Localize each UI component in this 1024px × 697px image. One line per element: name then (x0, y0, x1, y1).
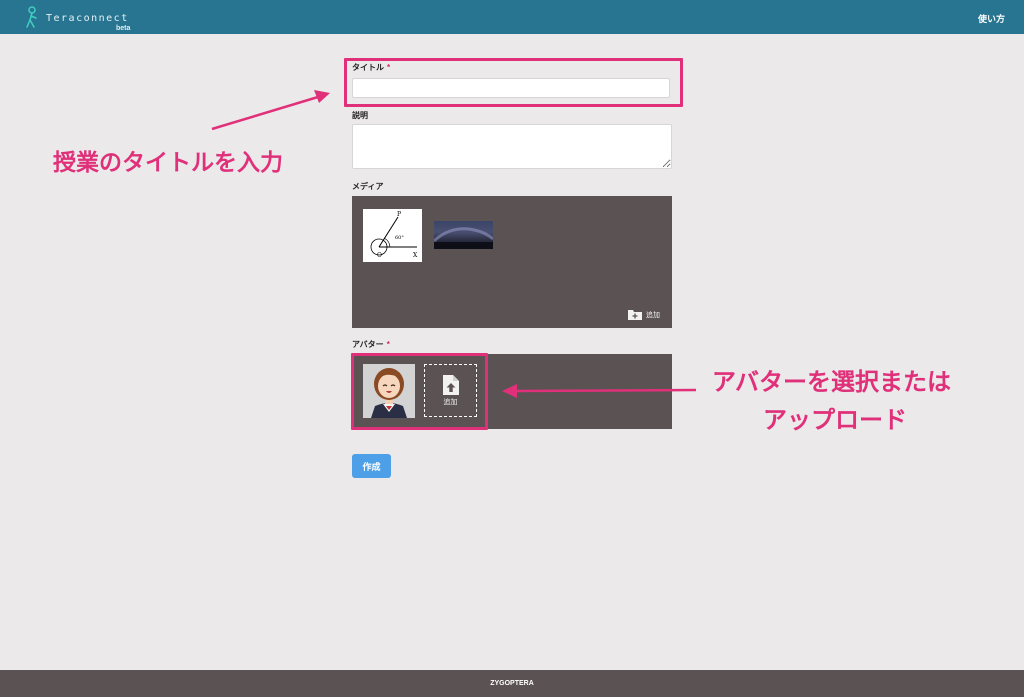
media-panel: P 60° O X 追加 (352, 196, 672, 328)
label-angle: 60° (395, 235, 404, 241)
avatar-highlight-box (351, 353, 488, 430)
app-header: Teraconnect beta 使い方 (0, 0, 1024, 34)
media-add-button[interactable]: 追加 (628, 309, 660, 320)
description-label: 説明 (352, 111, 368, 120)
annotation-title-hint: 授業のタイトルを入力 (53, 149, 283, 175)
create-button[interactable]: 作成 (352, 454, 391, 478)
help-link[interactable]: 使い方 (978, 12, 1005, 25)
description-textarea[interactable] (352, 124, 672, 169)
app-name: Teraconnect (46, 13, 129, 24)
media-label: メディア (352, 182, 384, 191)
label-o: O (377, 252, 382, 259)
media-thumbnail-angle-diagram[interactable]: P 60° O X (363, 209, 422, 262)
media-add-label: 追加 (646, 311, 660, 319)
folder-add-icon (628, 310, 642, 320)
beta-badge: beta (116, 25, 131, 32)
label-p: P (397, 211, 401, 218)
annotation-avatar-hint-line2: アップロード (763, 407, 907, 434)
label-x: X (413, 252, 418, 259)
title-highlight-box (344, 58, 683, 107)
avatar-label: アバター * (352, 340, 390, 349)
app-footer: ZYGOPTERA (0, 670, 1024, 697)
footer-text: ZYGOPTERA (490, 680, 534, 687)
annotation-avatar-hint-line1: アバターを選択または (712, 369, 952, 396)
required-mark: * (386, 340, 390, 349)
logo-figure-icon (26, 6, 37, 28)
arrow-to-title (211, 90, 330, 131)
media-thumbnail-night-sky[interactable] (432, 221, 494, 249)
angle-diagram-icon: P 60° O X (370, 211, 418, 259)
night-sky-image (432, 227, 494, 249)
